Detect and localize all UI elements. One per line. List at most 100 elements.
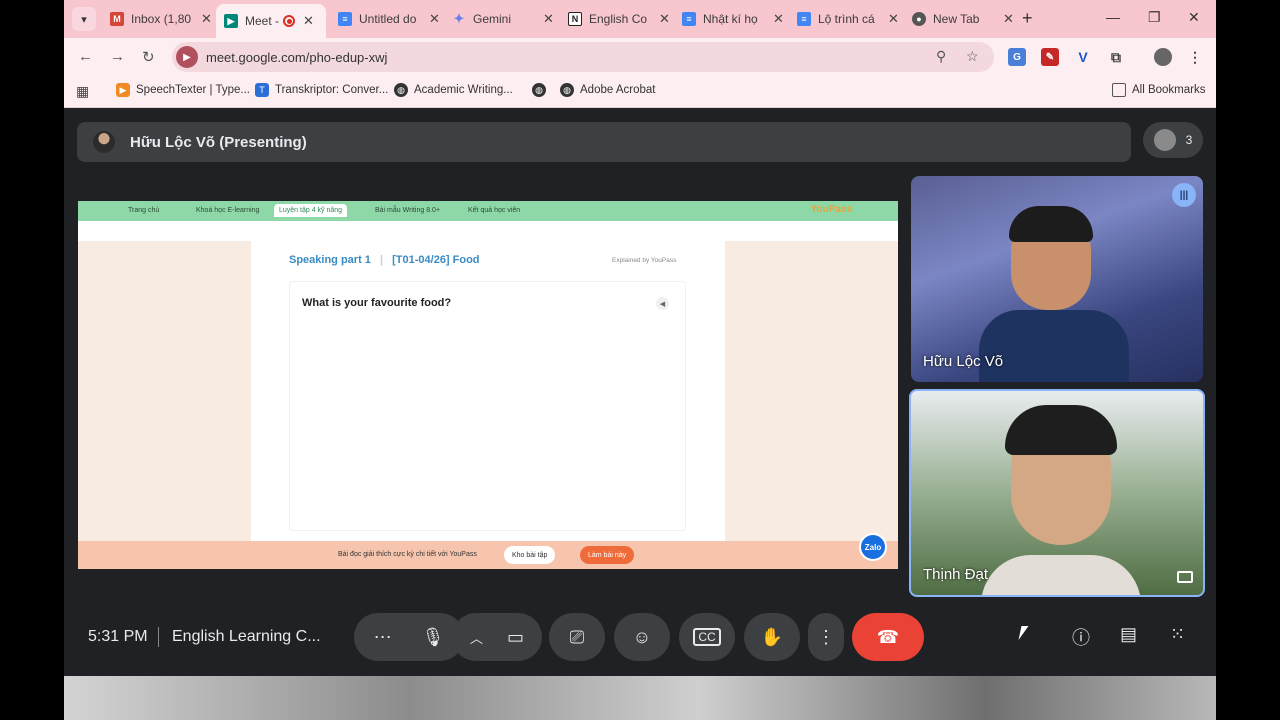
tab-gemini[interactable]: ✦ Gemini ✕ xyxy=(444,4,562,34)
close-icon[interactable]: ✕ xyxy=(543,11,554,27)
chevron-up-icon[interactable]: ︿ xyxy=(470,628,483,647)
nav-writing-samples: Bài mẫu Writing 8.0+ xyxy=(375,207,441,214)
all-bookmarks[interactable]: All Bookmarks xyxy=(1112,83,1206,97)
close-icon[interactable]: ✕ xyxy=(888,11,899,27)
participant-name: Hữu Lộc Võ xyxy=(923,353,1004,370)
transkriptor-icon: T xyxy=(255,83,269,97)
reactions-button[interactable]: ☺ xyxy=(614,613,670,661)
presenting-bar: Hữu Lộc Võ (Presenting) xyxy=(77,122,1131,162)
close-icon[interactable]: ✕ xyxy=(1003,11,1014,27)
browser-window: ▾ M Inbox (1,80 ✕ ▶ Meet - ✕ ≡ Untitled … xyxy=(64,0,1216,720)
tab-gmail[interactable]: M Inbox (1,80 ✕ xyxy=(102,4,220,34)
speaker-icon[interactable]: ◀ xyxy=(656,297,669,310)
leave-call-button[interactable]: ☎ xyxy=(852,613,924,661)
speechtexter-icon: ▶ xyxy=(116,83,130,97)
hang-up-icon: ☎ xyxy=(876,626,900,647)
chrome-menu-icon[interactable]: ⋮ xyxy=(1186,48,1204,66)
tab-label: Untitled do xyxy=(359,12,417,26)
tab-label: Inbox (1,80 xyxy=(131,12,192,26)
translate-extension-icon[interactable]: G xyxy=(1008,48,1026,66)
camera-icon[interactable]: ▭ xyxy=(507,627,524,648)
tab-label: Gemini xyxy=(473,12,512,26)
bookmark-speechtexter[interactable]: ▶ SpeechTexter | Type... xyxy=(116,83,250,97)
meet-site-icon: ▶ xyxy=(176,46,198,68)
globe-icon: ◍ xyxy=(532,83,546,97)
participant-count: 3 xyxy=(1185,133,1193,147)
toolbar: ← → ↻ ▶ meet.google.com/pho-edup-xwj ⚲ ☆… xyxy=(64,38,1216,74)
zalo-chat-button[interactable]: Zalo xyxy=(859,533,887,561)
participants-button[interactable]: 3 xyxy=(1143,122,1203,158)
footer-text: Bài đọc giải thích cực kỳ chi tiết với Y… xyxy=(338,551,477,558)
bookmark-star-icon[interactable]: ☆ xyxy=(966,48,979,65)
tab-label: Nhật kí họ xyxy=(703,12,758,26)
present-screen-button[interactable]: ⎚ xyxy=(549,613,605,661)
more-options-button[interactable]: ⋮ xyxy=(808,613,844,661)
bookmark-globe[interactable]: ◍ xyxy=(532,83,552,97)
extensions-puzzle-icon[interactable]: ⧉ xyxy=(1107,48,1125,66)
close-icon[interactable]: ✕ xyxy=(773,11,784,27)
chat-icon[interactable]: ▤ xyxy=(1120,624,1137,645)
bookmark-adobe-acrobat[interactable]: ◍ Adobe Acrobat xyxy=(560,83,655,97)
shared-screen: Trang chủ Khoá học E-learning Luyện tập … xyxy=(78,201,898,569)
tab-nhat-ki[interactable]: ≡ Nhật kí họ ✕ xyxy=(674,4,792,34)
picture-in-picture-icon[interactable] xyxy=(1177,571,1193,583)
gemini-icon: ✦ xyxy=(453,11,465,26)
zoom-icon[interactable]: ⚲ xyxy=(936,48,946,65)
all-bookmarks-label: All Bookmarks xyxy=(1132,84,1206,96)
reload-icon[interactable]: ↻ xyxy=(142,48,155,66)
raise-hand-button[interactable]: ✋ xyxy=(744,613,800,661)
nav-elearning: Khoá học E-learning xyxy=(196,207,260,214)
close-icon[interactable]: ✕ xyxy=(303,13,314,29)
tab-new-tab[interactable]: ● New Tab ✕ xyxy=(904,4,1022,34)
presenter-avatar xyxy=(93,131,115,153)
library-button[interactable]: Kho bài tập xyxy=(504,546,556,564)
tab-english-course[interactable]: N English Co ✕ xyxy=(560,4,678,34)
bookmarks-bar: ▦ ▶ SpeechTexter | Type... T Transkriptor:… xyxy=(64,74,1216,108)
captions-button[interactable]: CC xyxy=(679,613,735,661)
hand-icon: ✋ xyxy=(760,626,784,647)
exercise-heading: Speaking part 1 | [T01-04/26] Food xyxy=(289,254,480,266)
presenter-label: Hữu Lộc Võ (Presenting) xyxy=(130,133,307,151)
profile-avatar[interactable] xyxy=(1154,48,1172,66)
microphone-icon[interactable]: 🎙 xyxy=(422,627,445,648)
notion-icon: N xyxy=(568,12,582,26)
participant-name: Thịnh Đạt xyxy=(923,566,989,583)
bookmark-label: Transkriptor: Conver... xyxy=(275,84,389,96)
tab-untitled-doc[interactable]: ≡ Untitled do ✕ xyxy=(330,4,448,34)
close-icon[interactable]: ✕ xyxy=(659,11,670,27)
promo-footer: Bài đọc giải thích cực kỳ chi tiết với Y… xyxy=(78,541,898,569)
extension-v-icon[interactable]: V xyxy=(1074,48,1092,66)
activities-grid-icon[interactable]: ⁙ xyxy=(1170,624,1185,645)
do-exercise-button[interactable]: Làm bài này xyxy=(580,546,635,564)
minimize-icon[interactable]: — xyxy=(1106,9,1120,25)
restore-icon[interactable]: ❐ xyxy=(1148,9,1161,26)
left-margin xyxy=(78,241,251,541)
participant-video xyxy=(981,405,1141,595)
youpass-logo: YouPass xyxy=(810,204,853,215)
audio-options-icon[interactable]: ⋯ xyxy=(374,627,392,648)
right-margin xyxy=(725,241,898,541)
apps-grid-icon[interactable]: ▦ xyxy=(76,83,89,100)
speaking-indicator-icon: ||| xyxy=(1172,183,1196,207)
bookmark-academic-writing[interactable]: ◍ Academic Writing... xyxy=(394,83,513,97)
globe-icon: ◍ xyxy=(394,83,408,97)
docs-icon: ≡ xyxy=(338,12,352,26)
participant-tile-thinh-dat[interactable]: Thịnh Đạt xyxy=(909,389,1205,597)
pdf-extension-icon[interactable]: ✎ xyxy=(1041,48,1059,66)
forward-icon[interactable]: → xyxy=(110,48,125,65)
meeting-name: English Learning C... xyxy=(172,628,321,645)
tab-meet[interactable]: ▶ Meet - ✕ xyxy=(216,4,326,38)
address-bar[interactable]: ▶ meet.google.com/pho-edup-xwj ⚲ ☆ xyxy=(172,42,994,72)
bookmark-transkriptor[interactable]: T Transkriptor: Conver... xyxy=(255,83,388,97)
meeting-info-icon[interactable]: ⓘ xyxy=(1072,624,1090,650)
participant-tile-huu-loc-vo[interactable]: ||| Hữu Lộc Võ xyxy=(911,176,1203,382)
close-icon[interactable]: ✕ xyxy=(201,11,212,27)
divider xyxy=(158,627,159,647)
back-icon[interactable]: ← xyxy=(78,48,93,65)
close-icon[interactable]: ✕ xyxy=(429,11,440,27)
tab-search-dropdown-icon[interactable]: ▾ xyxy=(72,7,96,31)
recording-icon xyxy=(283,15,295,27)
close-window-icon[interactable]: ✕ xyxy=(1188,9,1200,26)
new-tab-button[interactable]: + xyxy=(1022,8,1033,29)
tab-lo-trinh[interactable]: ≡ Lộ trình cá ✕ xyxy=(789,4,907,34)
